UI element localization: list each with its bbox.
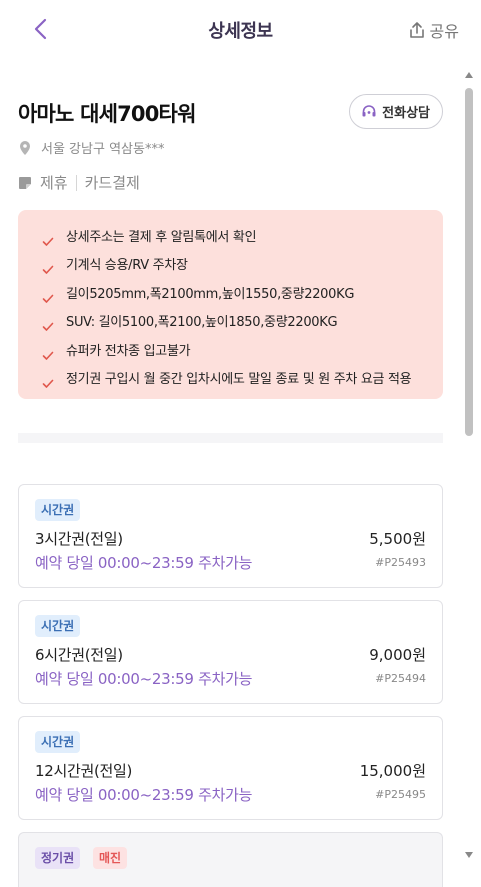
notice-text: 기계식 승용/RV 주차장: [66, 258, 188, 274]
check-icon: [42, 255, 66, 283]
share-icon: [409, 22, 424, 38]
ticket-type-badge: 시간권: [35, 615, 81, 637]
notice-text: 길이5205mm,폭2100mm,높이1550,중량2200KG: [66, 286, 355, 302]
ticket-card[interactable]: 시간권 6시간권(전일) 9,000원 예약 당일 00:00~23:59 주차…: [18, 600, 443, 704]
call-consult-button[interactable]: 전화상담: [349, 94, 443, 129]
notice-item: 상세주소는 결제 후 알림톡에서 확인: [42, 227, 429, 255]
notice-box: 상세주소는 결제 후 알림톡에서 확인 기계식 승용/RV 주차장 길이5205…: [18, 210, 443, 399]
ticket-name: 6시간권(전일): [35, 646, 123, 664]
notice-text: 상세주소는 결제 후 알림톡에서 확인: [66, 230, 257, 245]
ticket-card[interactable]: 시간권 3시간권(전일) 5,500원 예약 당일 00:00~23:59 주차…: [18, 484, 443, 588]
address-text: 서울 강남구 역삼동***: [41, 142, 165, 157]
vertical-scrollbar[interactable]: [462, 68, 476, 860]
notice-item: 정기권 구입시 월 중간 입차시에도 말일 종료 및 원 주차 요금 적용: [42, 369, 429, 397]
share-label: 공유: [429, 22, 459, 41]
call-consult-label: 전화상담: [382, 106, 430, 121]
check-icon: [42, 369, 66, 397]
ticket-type-badge: 정기권: [35, 847, 81, 869]
address: 서울 강남구 역삼동***: [18, 138, 164, 157]
notice-text: SUV: 길이5100,폭2100,높이1850,중량2200KG: [66, 315, 338, 331]
notice-text: 슈퍼카 전차종 입고불가: [66, 343, 191, 359]
ticket-price: 5,500원: [369, 530, 426, 548]
check-icon: [42, 284, 66, 312]
ticket-code: #P25495: [375, 788, 426, 801]
notice-item: SUV: 길이5100,폭2100,높이1850,중량2200KG: [42, 312, 429, 340]
check-icon: [42, 341, 66, 369]
ticket-name: 3시간권(전일): [35, 530, 123, 548]
ticket-availability: 예약 당일 00:00~23:59 주차가능: [35, 670, 253, 688]
place-name: 아마노 대세700타워: [18, 102, 196, 126]
scroll-down-arrow-icon[interactable]: [465, 852, 473, 858]
tag-affiliate: 제휴: [40, 174, 68, 192]
location-pin-icon: [20, 140, 30, 155]
check-icon: [42, 227, 66, 255]
soldout-badge: 매진: [93, 847, 128, 869]
notice-item: 슈퍼카 전차종 입고불가: [42, 341, 429, 369]
notice-item: 길이5205mm,폭2100mm,높이1550,중량2200KG: [42, 284, 429, 312]
ticket-code: #P25494: [375, 672, 426, 685]
ticket-card[interactable]: 시간권 12시간권(전일) 15,000원 예약 당일 00:00~23:59 …: [18, 716, 443, 820]
check-icon: [42, 312, 66, 340]
notice-item: 기계식 승용/RV 주차장: [42, 255, 429, 283]
share-button[interactable]: 공유: [408, 18, 459, 42]
ticket-price: 15,000원: [359, 762, 426, 780]
ticket-name: 12시간권(전일): [35, 762, 133, 780]
section-divider: [18, 433, 443, 443]
tag-icon: [19, 176, 31, 189]
ticket-code: #P25493: [375, 556, 426, 569]
ticket-availability: 예약 당일 00:00~23:59 주차가능: [35, 786, 253, 804]
ticket-type-badge: 시간권: [35, 731, 81, 753]
ticket-type-badge: 시간권: [35, 499, 81, 521]
ticket-card-soldout[interactable]: 정기권 매진: [18, 832, 443, 887]
tag-list: 제휴 카드결제: [18, 172, 140, 193]
headset-icon: [362, 104, 376, 116]
tag-card-payment: 카드결제: [84, 174, 140, 192]
header: 상세정보 공유: [0, 0, 481, 60]
notice-text: 정기권 구입시 월 중간 입차시에도 말일 종료 및 원 주차 요금 적용: [66, 372, 412, 388]
scroll-up-arrow-icon[interactable]: [465, 72, 473, 78]
title-row: 아마노 대세700타워 전화상담: [18, 94, 443, 130]
ticket-price: 9,000원: [369, 646, 426, 664]
content-scroll-area[interactable]: 아마노 대세700타워 전화상담 서울 강남구 역삼동*** 제휴 카드결제 상…: [0, 60, 460, 887]
tag-divider: [75, 174, 77, 191]
ticket-availability: 예약 당일 00:00~23:59 주차가능: [35, 554, 253, 572]
scrollbar-thumb[interactable]: [465, 88, 473, 436]
